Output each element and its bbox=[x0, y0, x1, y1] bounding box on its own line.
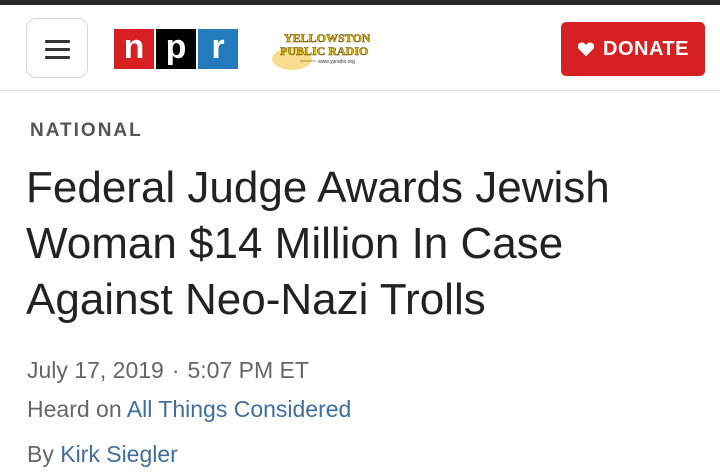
site-header: n p r YELLOWSTONE PUBLIC RADIO www.yprad… bbox=[0, 5, 720, 91]
article-headline: Federal Judge Awards Jewish Woman $14 Mi… bbox=[26, 163, 610, 324]
section-label[interactable]: NATIONAL bbox=[30, 120, 143, 142]
article-dateline: July 17, 2019 · 5:07 PM ET bbox=[27, 357, 309, 384]
heard-on-line: Heard on All Things Considered bbox=[27, 396, 351, 423]
donate-button[interactable]: DONATE bbox=[561, 22, 705, 76]
program-link[interactable]: All Things Considered bbox=[127, 396, 352, 422]
article-date: July 17, 2019 bbox=[27, 357, 164, 383]
article-time: 5:07 PM ET bbox=[187, 357, 309, 383]
author-link[interactable]: Kirk Siegler bbox=[60, 441, 178, 467]
svg-text:www.ypradio.org: www.ypradio.org bbox=[318, 59, 355, 65]
heard-on-prefix: Heard on bbox=[27, 396, 127, 422]
byline: By Kirk Siegler bbox=[27, 441, 178, 468]
byline-prefix: By bbox=[27, 441, 61, 467]
menu-button[interactable] bbox=[26, 18, 88, 78]
dateline-separator: · bbox=[171, 357, 180, 383]
svg-text:PUBLIC RADIO: PUBLIC RADIO bbox=[280, 44, 368, 58]
heart-icon bbox=[577, 42, 595, 57]
svg-text:YELLOWSTONE: YELLOWSTONE bbox=[284, 31, 370, 45]
npr-logo[interactable]: n p r bbox=[114, 29, 238, 69]
donate-label: DONATE bbox=[603, 37, 689, 60]
station-logo[interactable]: YELLOWSTONE PUBLIC RADIO www.ypradio.org bbox=[270, 25, 370, 73]
